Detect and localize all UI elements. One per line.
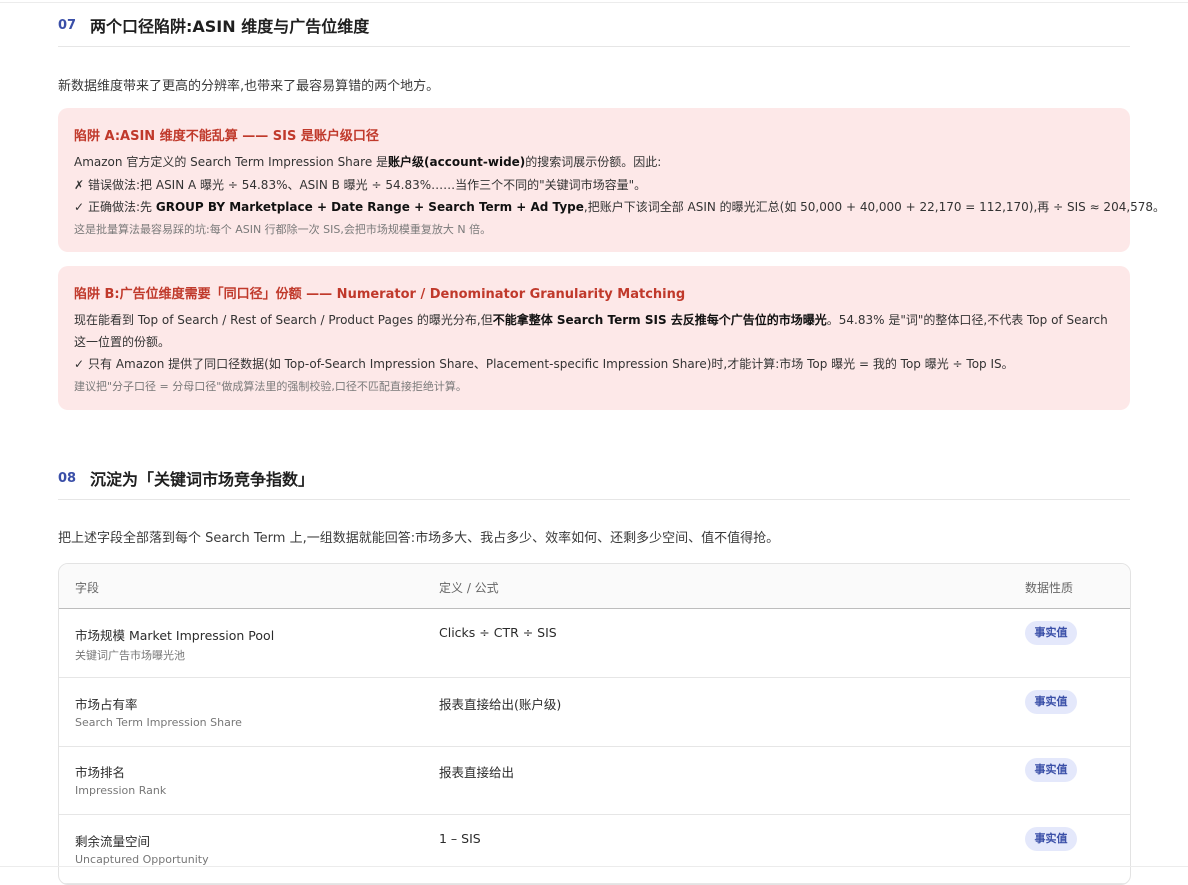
field-name: 剩余流量空间 [75, 834, 151, 849]
field-definition: 报表直接给出 [439, 765, 515, 780]
field-subtitle: Impression Rank [75, 784, 167, 797]
nature-badge: 事实值 [1025, 621, 1077, 645]
check-icon: ✓ [74, 200, 85, 214]
section-08-header: 08 沉淀为「关键词市场竞争指数」 [58, 465, 1130, 500]
section-07-header: 07 两个口径陷阱:ASIN 维度与广告位维度 [58, 12, 1130, 47]
pitfall-a-right: ✓ 正确做法:先 GROUP BY Marketplace + Date Rang… [74, 198, 1165, 215]
table-row: 市场规模 Market Impression Pool 关键词广告市场曝光池 C… [59, 609, 1130, 678]
text-span: 的搜索词展示份额。因此: [525, 155, 662, 169]
column-header-definition: 定义 / 公式 [439, 581, 499, 595]
section-number: 08 [58, 471, 77, 486]
pitfall-a-title: 陷阱 A:ASIN 维度不能乱算 —— SIS 是账户级口径 [74, 129, 379, 144]
text-span: 错误做法:把 ASIN A 曝光 ÷ 54.83%、ASIN B 曝光 ÷ 54… [88, 178, 647, 192]
check-icon: ✓ [74, 357, 85, 371]
field-name: 市场排名 [75, 765, 126, 780]
cross-icon: ✗ [74, 178, 85, 192]
table-row: 市场排名 Impression Rank 报表直接给出 事实值 [59, 746, 1130, 815]
pitfall-b-right: ✓ 只有 Amazon 提供了同口径数据(如 Top-of-Search Impr… [74, 355, 1014, 372]
pitfall-a-card: 陷阱 A:ASIN 维度不能乱算 —— SIS 是账户级口径 Amazon 官方… [58, 108, 1165, 252]
pitfall-b-note: 建议把"分子口径 = 分母口径"做成算法里的强制校验,口径不匹配直接拒绝计算。 [74, 380, 467, 393]
field-subtitle: Search Term Impression Share [75, 716, 242, 729]
pitfall-b-line2: 这一位置的份额。 [74, 335, 171, 349]
section-title: 沉淀为「关键词市场竞争指数」 [90, 470, 315, 489]
field-definition: Clicks ÷ CTR ÷ SIS [439, 625, 557, 640]
field-name: 市场占有率 [75, 697, 138, 712]
text-span: 现在能看到 Top of Search / Rest of Search / P… [74, 313, 493, 327]
text-span: 正确做法:先 [88, 200, 156, 214]
bottom-divider [0, 866, 1188, 867]
nature-badge: 事实值 [1025, 827, 1077, 851]
table-row: 剩余流量空间 Uncaptured Opportunity 1 – SIS 事实… [59, 815, 1130, 884]
pitfall-b-title: 陷阱 B:广告位维度需要「同口径」份额 —— Numerator / Denom… [74, 287, 686, 302]
text-span: 只有 Amazon 提供了同口径数据(如 Top-of-Search Impre… [88, 357, 1014, 371]
column-header-field: 字段 [75, 581, 100, 595]
section-07-intro: 新数据维度带来了更高的分辨率,也带来了最容易算错的两个地方。 [58, 79, 440, 94]
pitfall-a-note: 这是批量算法最容易踩的坑:每个 ASIN 行都除一次 SIS,会把市场规模重复放… [74, 223, 492, 236]
table-row: 市场占有率 Search Term Impression Share 报表直接给… [59, 678, 1130, 747]
nature-badge: 事实值 [1025, 690, 1077, 714]
section-number: 07 [58, 18, 77, 33]
field-definition: 1 – SIS [439, 831, 481, 846]
column-header-nature: 数据性质 [1025, 581, 1074, 595]
bold-span: 不能拿整体 Search Term SIS 去反推每个广告位的市场曝光 [492, 313, 827, 327]
pitfall-b-line1: 现在能看到 Top of Search / Rest of Search / P… [74, 311, 1108, 328]
pitfall-a-wrong: ✗ 错误做法:把 ASIN A 曝光 ÷ 54.83%、ASIN B 曝光 ÷ 5… [74, 176, 646, 193]
metrics-table: 字段 定义 / 公式 数据性质 市场规模 Market Impression P… [58, 563, 1131, 885]
field-definition: 报表直接给出(账户级) [439, 697, 562, 712]
section-08-intro: 把上述字段全部落到每个 Search Term 上,一组数据就能回答:市场多大、… [58, 531, 780, 546]
text-span: 。54.83% 是"词"的整体口径,不代表 Top of Search [826, 313, 1108, 327]
text-span: ,把账户下该词全部 ASIN 的曝光汇总(如 50,000 + 40,000 +… [583, 200, 1166, 214]
text-span: Amazon 官方定义的 Search Term Impression Shar… [74, 155, 389, 169]
field-subtitle: 关键词广告市场曝光池 [75, 649, 185, 662]
pitfall-a-definition: Amazon 官方定义的 Search Term Impression Shar… [74, 153, 661, 170]
field-subtitle: Uncaptured Opportunity [75, 853, 209, 866]
nature-badge: 事实值 [1025, 758, 1077, 782]
section-title: 两个口径陷阱:ASIN 维度与广告位维度 [90, 17, 370, 36]
bold-span: 账户级(account-wide) [388, 155, 526, 169]
top-divider [0, 2, 1188, 3]
field-name: 市场规模 Market Impression Pool [75, 628, 275, 643]
bold-span: GROUP BY Marketplace + Date Range + Sear… [155, 200, 584, 214]
table-header: 字段 定义 / 公式 数据性质 [59, 564, 1130, 609]
pitfall-b-card: 陷阱 B:广告位维度需要「同口径」份额 —— Numerator / Denom… [58, 266, 1130, 410]
